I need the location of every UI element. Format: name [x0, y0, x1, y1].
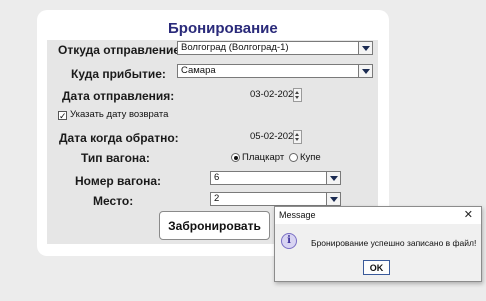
spin-up-icon[interactable]: [295, 91, 299, 94]
car-type-option-platzkart[interactable]: Плацкарт: [242, 152, 284, 163]
seat-combo[interactable]: 2: [210, 192, 341, 206]
from-dropdown-button[interactable]: [358, 42, 372, 54]
message-dialog: Message ✕ i Бронирование успешно записан…: [274, 206, 482, 282]
from-station-combo[interactable]: Волгоград (Волгоград-1): [177, 41, 373, 55]
return-date-value[interactable]: 05-02-2025: [250, 131, 299, 142]
chevron-down-icon: [361, 68, 370, 74]
spin-up-icon[interactable]: [295, 133, 299, 136]
return-date-spin-buttons[interactable]: [293, 130, 302, 144]
info-icon: i: [281, 233, 297, 249]
dialog-titlebar[interactable]: Message ✕: [275, 207, 481, 224]
chevron-down-icon: [329, 196, 338, 202]
spin-down-icon[interactable]: [295, 138, 299, 141]
from-label: Откуда отправление:: [58, 43, 185, 57]
car-type-label: Тип вагона:: [81, 151, 150, 165]
car-type-radio-kupe[interactable]: [289, 153, 298, 162]
seat-dropdown-button[interactable]: [326, 193, 340, 205]
car-number-dropdown-button[interactable]: [326, 172, 340, 184]
chevron-down-icon: [329, 175, 338, 181]
car-type-option-kupe[interactable]: Купе: [300, 152, 321, 163]
depart-date-label: Дата отправления:: [62, 89, 175, 103]
depart-date-spinner[interactable]: 03-02-2025: [250, 88, 299, 102]
to-label: Куда прибытие:: [71, 67, 166, 81]
car-number-label: Номер вагона:: [75, 174, 162, 188]
seat-value: 2: [214, 193, 220, 204]
car-number-combo[interactable]: 6: [210, 171, 341, 185]
dialog-message: Бронирование успешно записано в файл!: [311, 238, 477, 248]
seat-label: Место:: [93, 194, 134, 208]
close-icon[interactable]: ✕: [464, 208, 473, 221]
to-station-combo[interactable]: Самара: [177, 64, 373, 78]
return-date-label: Дата когда обратно:: [59, 131, 179, 145]
to-station-value: Самара: [181, 65, 216, 76]
to-dropdown-button[interactable]: [358, 65, 372, 77]
dialog-title: Message: [279, 210, 316, 220]
return-date-spinner[interactable]: 05-02-2025: [250, 130, 299, 144]
car-number-value: 6: [214, 172, 220, 183]
return-date-checkbox-label: Указать дату возврата: [70, 109, 169, 120]
car-type-radio-platzkart[interactable]: [231, 153, 240, 162]
chevron-down-icon: [361, 45, 370, 51]
book-button[interactable]: Забронировать: [159, 211, 270, 240]
depart-date-spin-buttons[interactable]: [293, 88, 302, 102]
form-title: Бронирование: [168, 20, 278, 37]
return-date-checkbox[interactable]: ✓: [58, 111, 67, 121]
spin-down-icon[interactable]: [295, 96, 299, 99]
from-station-value: Волгоград (Волгоград-1): [181, 42, 289, 53]
ok-button[interactable]: OK: [363, 260, 390, 275]
depart-date-value[interactable]: 03-02-2025: [250, 89, 299, 100]
